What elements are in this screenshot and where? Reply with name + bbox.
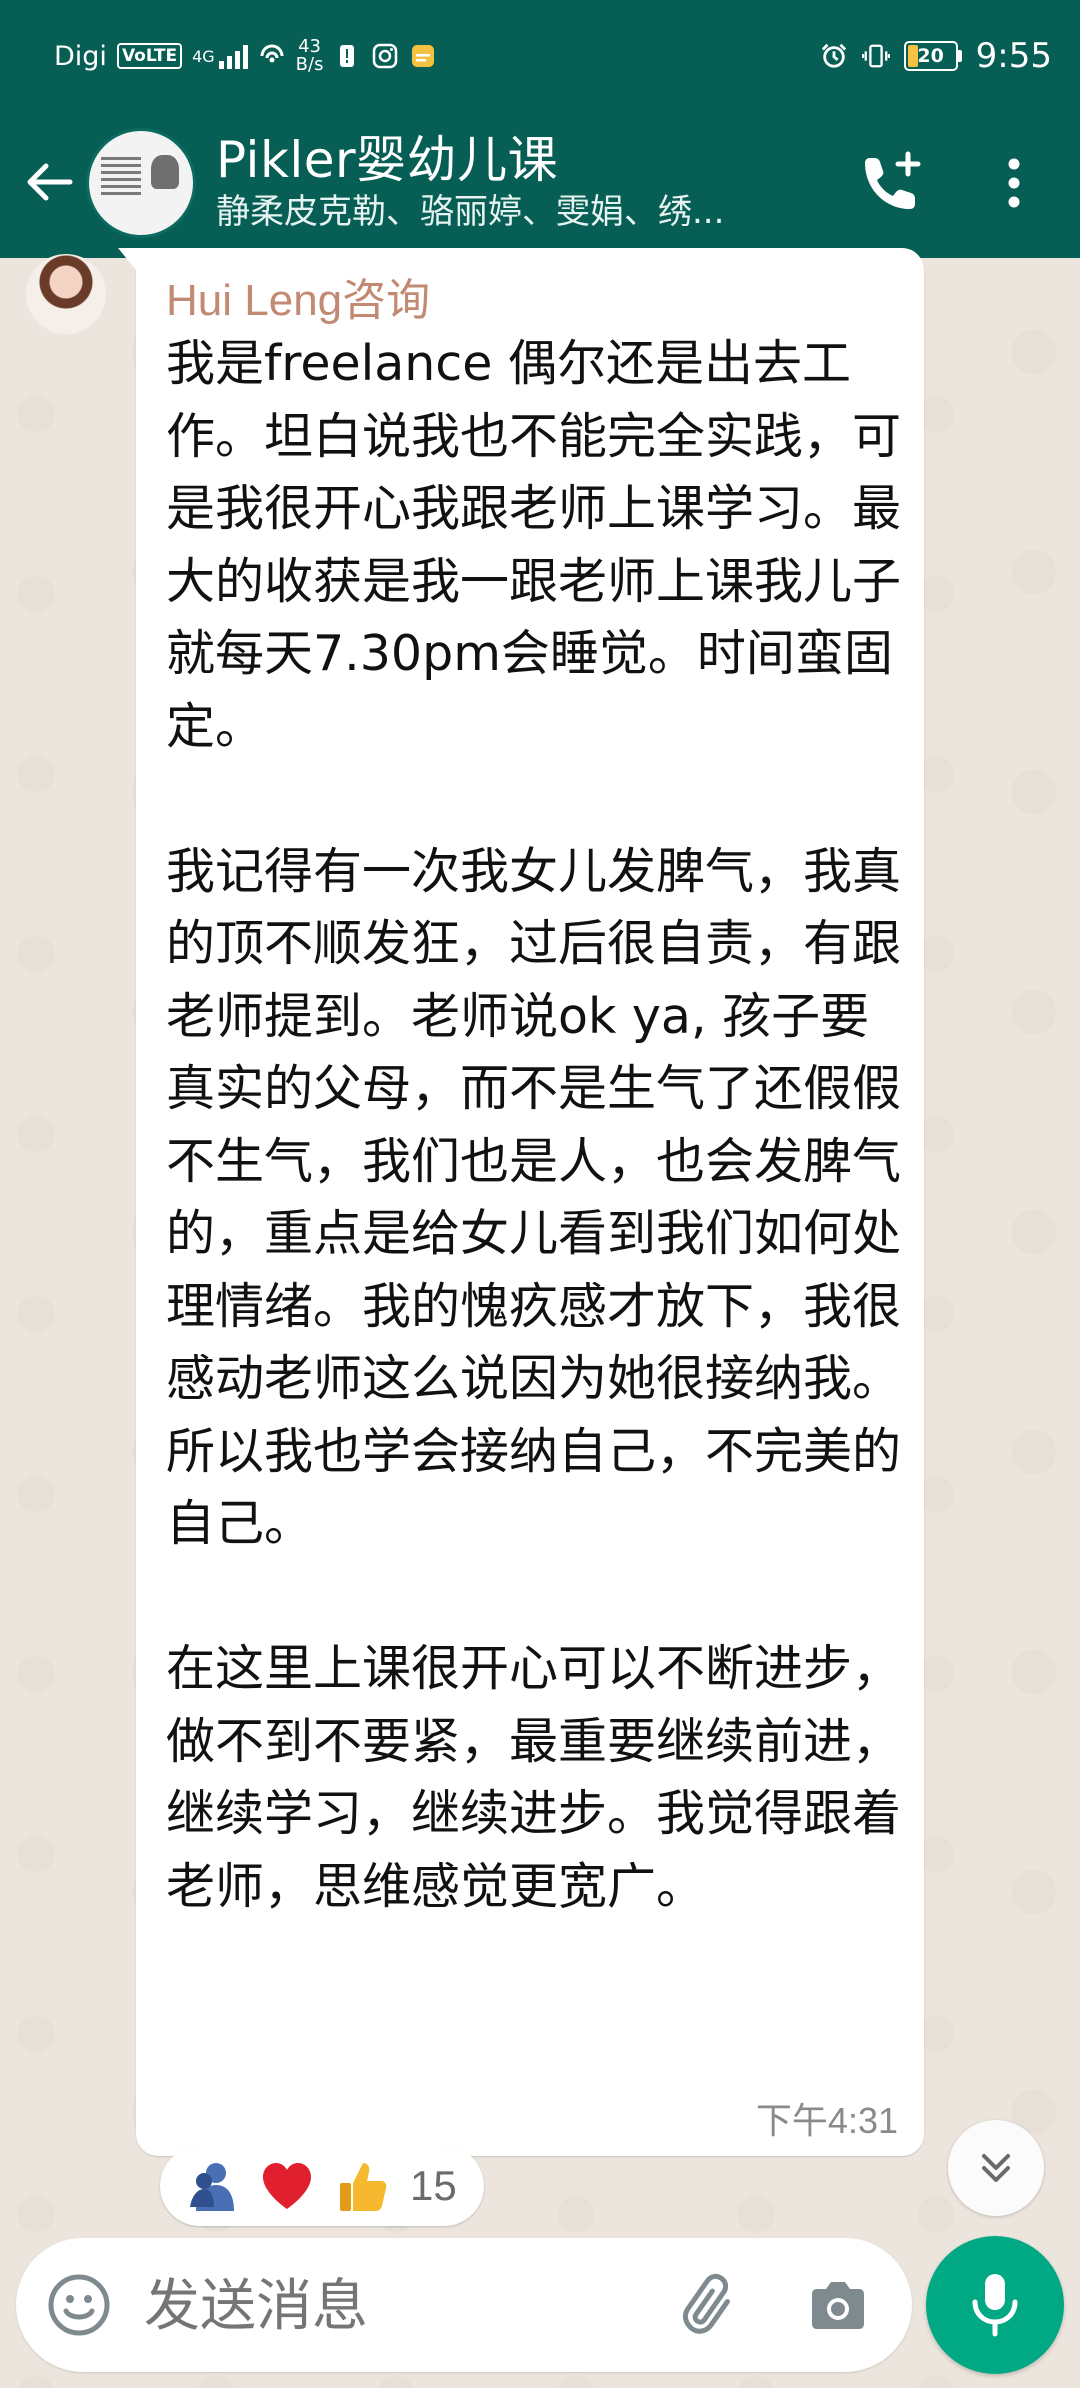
chat-title[interactable]: Pikler婴幼儿课 xyxy=(216,120,558,192)
group-avatar[interactable] xyxy=(86,128,196,238)
volte-badge: VoLTE xyxy=(116,43,183,69)
sender-name[interactable]: Hui Leng咨询 xyxy=(166,264,430,328)
smiley-icon xyxy=(48,2274,110,2336)
add-call-button[interactable] xyxy=(852,144,930,222)
battery-icon: 20 xyxy=(903,41,962,71)
microphone-icon xyxy=(972,2274,1018,2337)
arrow-left-icon xyxy=(27,163,73,201)
more-vertical-icon xyxy=(1008,158,1020,208)
camera-icon xyxy=(812,2282,864,2329)
emoji-button[interactable] xyxy=(46,2272,112,2338)
status-bar: Digi VoLTE 4G 43 B/s 20 9:55 xyxy=(0,0,1080,118)
alert-notification-icon xyxy=(333,42,361,70)
battery-level: 20 xyxy=(917,45,944,67)
message-time: 下午4:31 xyxy=(755,2100,898,2141)
net-speed-unit: B/s xyxy=(295,54,324,75)
wifi-hotspot-icon xyxy=(258,42,286,70)
attach-button[interactable] xyxy=(676,2268,752,2344)
message-bubble[interactable]: Hui Leng咨询 我是freelance 偶尔还是出去工作。坦白说我也不能完… xyxy=(118,248,924,2156)
network-type-label: 4G xyxy=(192,46,215,66)
reactions-bar[interactable]: 15 xyxy=(160,2146,484,2226)
alarm-icon xyxy=(820,42,848,70)
paperclip-icon xyxy=(682,2273,730,2334)
scroll-to-bottom-button[interactable] xyxy=(948,2120,1044,2216)
phone-plus-icon xyxy=(865,151,921,209)
reaction-count: 15 xyxy=(410,2162,457,2209)
signal-icon xyxy=(218,43,248,69)
net-speed: 43 B/s xyxy=(296,38,324,74)
camera-button[interactable] xyxy=(800,2268,876,2344)
heart-icon xyxy=(258,2157,316,2215)
double-chevron-down-icon xyxy=(982,2154,1010,2182)
vibrate-icon xyxy=(861,42,890,70)
chat-participants[interactable]: 静柔皮克勒、骆丽婷、雯娟、绣... xyxy=(216,184,796,233)
notes-app-icon xyxy=(409,42,437,70)
hugging-person-icon xyxy=(182,2157,240,2215)
instagram-icon xyxy=(371,42,399,70)
more-options-button[interactable] xyxy=(990,144,1038,222)
sender-avatar[interactable] xyxy=(26,254,106,334)
message-composer xyxy=(16,2238,912,2372)
clock: 9:55 xyxy=(975,36,1052,76)
message-text: 我是freelance 偶尔还是出去工作。坦白说我也不能完全实践，可是我很开心我… xyxy=(166,335,902,1915)
voice-record-button[interactable] xyxy=(926,2236,1064,2374)
message-input[interactable] xyxy=(142,2266,666,2346)
carrier-label: Digi xyxy=(54,40,107,72)
thumbs-up-icon xyxy=(334,2157,392,2215)
back-button[interactable] xyxy=(18,150,82,214)
chat-header: Pikler婴幼儿课 静柔皮克勒、骆丽婷、雯娟、绣... xyxy=(0,118,1080,258)
battery-fill xyxy=(907,45,918,67)
